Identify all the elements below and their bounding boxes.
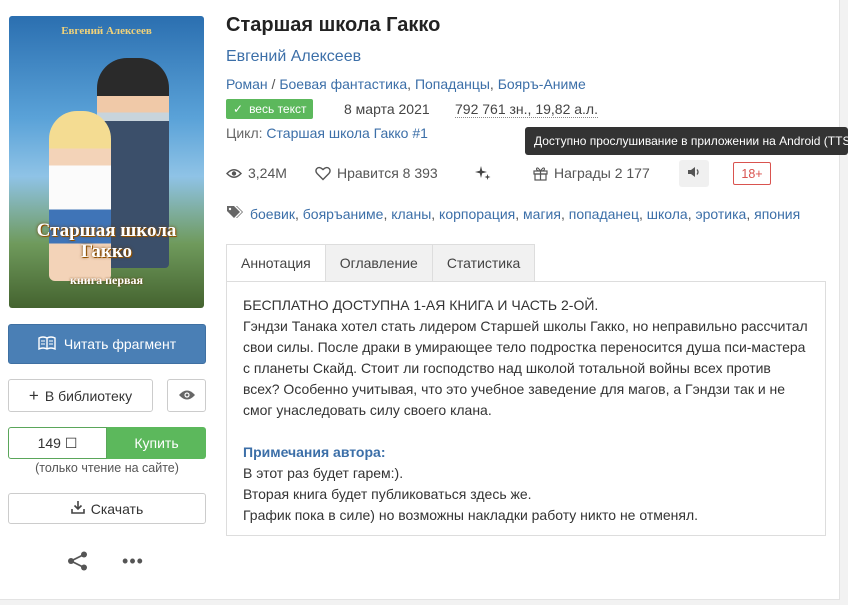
tag-link[interactable]: япония bbox=[754, 206, 800, 222]
buy-note: (только чтение на сайте) bbox=[35, 461, 179, 475]
tag-link[interactable]: бояръаниме bbox=[303, 206, 384, 222]
tab-bar: Аннотация Оглавление Статистика bbox=[226, 244, 536, 282]
author-note-line: В этот раз будет гарем:). bbox=[243, 465, 404, 481]
speaker-icon bbox=[687, 165, 701, 183]
tag-separator: , bbox=[746, 205, 755, 222]
add-to-library-label: В библиотеку bbox=[44, 387, 133, 404]
book-title: Старшая школа Гакко bbox=[226, 14, 441, 36]
author-notes-heading: Примечания автора: bbox=[243, 444, 386, 460]
cover-title: Старшая школа Гакко bbox=[9, 220, 204, 262]
status-badge: ✓ весь текст bbox=[226, 99, 314, 119]
tag-separator: , bbox=[294, 205, 303, 222]
cover-subtitle: книга первая bbox=[69, 273, 144, 287]
annotation-line: всех? Особенно учитывая, что это учебное… bbox=[243, 381, 786, 397]
status-badge-label: весь текст bbox=[249, 102, 307, 116]
download-button[interactable]: Скачать bbox=[8, 493, 206, 524]
annotation-line: с планеты Скайд. Стоит ли господство над… bbox=[243, 360, 771, 376]
genre-separator: , bbox=[407, 76, 415, 92]
heart-icon bbox=[315, 166, 331, 181]
plus-icon: + bbox=[28, 386, 39, 405]
tag-link[interactable]: школа bbox=[647, 206, 688, 222]
tag-link[interactable]: эротика bbox=[695, 206, 746, 222]
tts-tooltip-text: Доступно прослушивание в приложении на A… bbox=[534, 134, 848, 148]
buy-button[interactable]: Купить bbox=[107, 427, 206, 459]
follow-button[interactable] bbox=[167, 379, 206, 412]
tag-list: боевик, бояръаниме, кланы, корпорация, м… bbox=[226, 205, 800, 222]
views-value: 3,24M bbox=[248, 165, 287, 181]
sparkle-icon[interactable] bbox=[475, 163, 491, 183]
price-field: 149 ☐ bbox=[8, 427, 107, 459]
annotation-line: БЕСПЛАТНО ДОСТУПНА 1-АЯ КНИГА И ЧАСТЬ 2-… bbox=[243, 297, 599, 313]
tags-icon bbox=[226, 205, 244, 222]
share-icon[interactable] bbox=[66, 550, 90, 572]
cycle-label: Цикл: bbox=[226, 125, 263, 141]
download-icon bbox=[70, 500, 85, 517]
cycle-info: Цикл: Старшая школа Гакко #1 bbox=[226, 125, 428, 141]
genre-link[interactable]: Попаданцы bbox=[415, 76, 490, 92]
awards-label: Награды bbox=[554, 165, 611, 181]
gift-icon bbox=[533, 166, 548, 181]
read-fragment-label: Читать фрагмент bbox=[63, 336, 177, 352]
tag-separator: , bbox=[560, 205, 569, 222]
tag-link[interactable]: магия bbox=[523, 206, 561, 222]
tag-link[interactable]: боевик bbox=[250, 206, 295, 222]
tag-link[interactable]: попаданец bbox=[569, 206, 639, 222]
likes-button[interactable]: Нравится 8 393 bbox=[315, 163, 438, 183]
cover-title-line2: Гакко bbox=[80, 241, 133, 262]
tag-separator: , bbox=[383, 205, 392, 222]
add-to-library-button[interactable]: + В библиотеку bbox=[8, 379, 153, 412]
more-options-icon[interactable]: ••• bbox=[120, 550, 146, 572]
author-note-line: График пока в силе) но возможны накладки… bbox=[243, 507, 699, 523]
awards-value: 2 177 bbox=[614, 165, 650, 181]
tag-separator: , bbox=[687, 205, 696, 222]
views-count: 3,24M bbox=[226, 163, 287, 183]
cover-title-line1: Старшая школа bbox=[36, 220, 177, 241]
tab-statistics[interactable]: Статистика bbox=[432, 244, 536, 282]
likes-label: Нравится bbox=[337, 165, 399, 181]
annotation-panel: БЕСПЛАТНО ДОСТУПНА 1-АЯ КНИГА И ЧАСТЬ 2-… bbox=[226, 281, 826, 536]
likes-value: 8 393 bbox=[402, 165, 438, 181]
cycle-link[interactable]: Старшая школа Гакко #1 bbox=[266, 125, 428, 141]
genre-link[interactable]: Бояръ-Аниме bbox=[498, 76, 586, 92]
annotation-line: свои силы. После драки в умирающее тело … bbox=[243, 339, 806, 355]
tts-button[interactable] bbox=[679, 160, 709, 187]
tag-separator: , bbox=[431, 205, 440, 222]
check-icon: ✓ bbox=[233, 102, 244, 116]
book-open-icon bbox=[38, 335, 56, 353]
eye-icon bbox=[226, 168, 242, 179]
awards-button[interactable]: Награды 2 177 bbox=[533, 163, 650, 183]
cover-author: Евгений Алексеев bbox=[61, 25, 152, 37]
tab-contents[interactable]: Оглавление bbox=[325, 244, 433, 282]
genre-link[interactable]: Роман bbox=[226, 76, 268, 92]
author-note-line: Вторая книга будет публиковаться здесь ж… bbox=[243, 486, 532, 502]
eye-icon bbox=[178, 388, 196, 404]
book-size[interactable]: 792 761 зн., 19,82 а.л. bbox=[455, 101, 598, 118]
download-label: Скачать bbox=[90, 500, 144, 517]
publish-date: 8 марта 2021 bbox=[344, 101, 430, 117]
book-card: Евгений Алексеев Старшая школа Гакко кни… bbox=[0, 0, 848, 600]
author-link[interactable]: Евгений Алексеев bbox=[226, 48, 361, 66]
book-cover[interactable]: Евгений Алексеев Старшая школа Гакко кни… bbox=[9, 16, 204, 308]
genre-link[interactable]: Боевая фантастика bbox=[279, 76, 407, 92]
genre-separator: , bbox=[489, 76, 498, 92]
tab-annotation[interactable]: Аннотация bbox=[226, 244, 326, 282]
tag-link[interactable]: кланы bbox=[391, 206, 431, 222]
tag-separator: , bbox=[515, 205, 524, 222]
annotation-line: Гэндзи Танака хотел стать лидером Старше… bbox=[243, 318, 808, 334]
tag-link[interactable]: корпорация bbox=[439, 206, 515, 222]
annotation-line: смог унаследовать силу своего клана. bbox=[243, 402, 492, 418]
age-rating-badge: 18+ bbox=[733, 162, 771, 185]
tag-separator: , bbox=[638, 205, 647, 222]
genre-list: Роман / Боевая фантастика, Попаданцы, Бо… bbox=[226, 76, 586, 92]
tts-tooltip: Доступно прослушивание в приложении на A… bbox=[525, 127, 848, 155]
read-fragment-button[interactable]: Читать фрагмент bbox=[8, 324, 206, 364]
